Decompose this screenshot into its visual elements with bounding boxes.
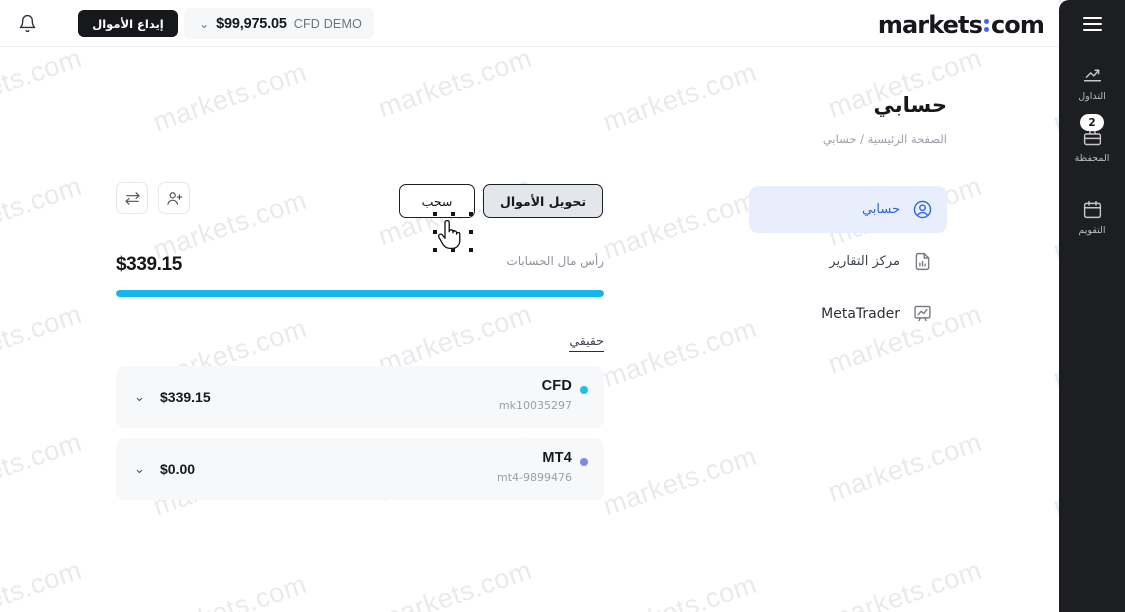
account-name-mt4: MT4	[542, 450, 572, 466]
logo-text-com: com	[990, 11, 1045, 39]
equity-progress-fill	[116, 290, 604, 297]
portfolio-badge-count: 2	[1080, 114, 1104, 131]
equity-progress-bar	[116, 290, 604, 297]
nav-item-metatrader[interactable]: MetaTrader	[749, 290, 947, 337]
watermark-text: markets.com	[599, 568, 761, 612]
add-user-icon	[166, 190, 183, 207]
watermark-text: markets.com	[824, 554, 986, 612]
rail-item-portfolio[interactable]: 2 المحفظة	[1059, 114, 1125, 164]
watermark-text: markets.com	[0, 42, 86, 124]
watermark-text: markets.com	[599, 184, 761, 266]
account-amount-mt4: $0.00	[160, 461, 196, 477]
expand-chevron-down-icon[interactable]: ⌄	[134, 389, 145, 405]
rail-label-portfolio: المحفظة	[1074, 153, 1110, 164]
account-name-cfd: CFD	[541, 378, 572, 394]
hamburger-menu-button[interactable]	[1059, 0, 1125, 47]
rail-item-calendar[interactable]: التقويم	[1059, 198, 1125, 236]
rail-label-trading: التداول	[1078, 91, 1106, 102]
quick-action-icon-buttons	[116, 182, 190, 214]
watermark-text: markets.com	[599, 440, 761, 522]
watermark-text: markets.com	[149, 56, 311, 138]
watermark-text: markets.com	[149, 568, 311, 612]
dot-colon-icon	[983, 18, 989, 32]
watermark-text: markets.com	[374, 554, 536, 612]
hamburger-menu-icon	[1082, 16, 1102, 31]
withdraw-button[interactable]: سحب	[399, 184, 475, 218]
equity-label: رأس مال الحسابات	[506, 254, 604, 268]
watermark-text: markets.com	[824, 426, 986, 508]
transfer-arrows-icon	[124, 190, 141, 207]
watermark-text: markets.com	[0, 298, 86, 380]
app-root: markets.com markets.com markets.com markets…	[0, 0, 1125, 612]
account-card-mt4[interactable]: ⌄ $0.00 MT4 mt4-9899476	[116, 438, 604, 500]
watermark-layer: markets.com markets.com markets.com markets…	[0, 0, 1125, 612]
nav-label-metatrader: MetaTrader	[821, 305, 900, 322]
rail-item-trading[interactable]: التداول	[1059, 64, 1125, 102]
nav-item-my-account[interactable]: حسابي	[749, 186, 947, 233]
breadcrumb: الصفحة الرئيسية / حسابي	[822, 132, 947, 146]
hand-pointer-cursor-icon	[437, 220, 461, 250]
account-card-cfd[interactable]: ⌄ $339.15 CFD mk10035297	[116, 366, 604, 428]
transfer-arrows-button[interactable]	[116, 182, 148, 214]
nav-item-reports-center[interactable]: مركز التقارير	[749, 238, 947, 285]
top-bar: إيداع الأموال ⌄ $99,975.05 CFD DEMO mark…	[0, 0, 1059, 47]
nav-label-reports-center: مركز التقارير	[829, 254, 900, 269]
account-type-tabs: حقيقي	[116, 332, 604, 352]
balance-amount: $99,975.05	[216, 15, 287, 32]
watermark-text: markets.com	[0, 426, 86, 508]
tab-real-accounts[interactable]: حقيقي	[569, 333, 604, 352]
add-user-button[interactable]	[158, 182, 190, 214]
account-number-cfd: mk10035297	[498, 399, 572, 412]
balance-account-type: CFD DEMO	[293, 16, 362, 31]
watermark-text: markets.com	[0, 170, 86, 252]
rail-icon-wrap-calendar	[1080, 198, 1104, 220]
account-balance-selector[interactable]: ⌄ $99,975.05 CFD DEMO	[184, 8, 374, 39]
right-nav-rail: التداول 2 المحفظة التقويم	[1059, 0, 1125, 612]
page-title: حسابي	[873, 93, 947, 117]
watermark-text: markets.com	[374, 42, 536, 124]
account-action-buttons: سحب تحويل الأموال	[399, 184, 604, 218]
equity-value: $339.15	[116, 254, 182, 275]
nav-label-my-account: حسابي	[861, 202, 900, 217]
chevron-down-icon: ⌄	[199, 16, 210, 31]
transfer-funds-button[interactable]: تحويل الأموال	[483, 184, 604, 218]
calendar-icon	[1080, 198, 1104, 220]
logo-text-markets: markets	[877, 11, 983, 39]
watermark-text: markets.com	[599, 56, 761, 138]
status-dot-cfd	[580, 386, 588, 394]
account-number-mt4: mt4-9899476	[497, 471, 572, 484]
watermark-text: markets.com	[0, 554, 86, 612]
expand-chevron-down-icon[interactable]: ⌄	[134, 461, 145, 477]
watermark-text: markets.com	[599, 312, 761, 394]
markets-com-logo: markets com	[877, 11, 1045, 39]
report-document-icon	[911, 251, 933, 273]
notifications-bell-button[interactable]	[12, 8, 42, 38]
rail-icon-wrap-portfolio: 2	[1080, 114, 1104, 148]
rail-icon-wrap-trading	[1080, 64, 1104, 86]
user-circle-icon	[911, 199, 933, 221]
account-nav-list: حسابي مركز التقارير MetaTrader	[749, 186, 947, 342]
bell-icon	[18, 14, 37, 33]
rail-label-calendar: التقويم	[1078, 225, 1106, 236]
status-dot-mt4	[580, 458, 588, 466]
deposit-funds-button[interactable]: إيداع الأموال	[78, 10, 178, 37]
metatrader-chart-icon	[911, 303, 933, 325]
trending-up-chart-icon	[1080, 64, 1104, 86]
account-amount-cfd: $339.15	[160, 389, 211, 405]
selection-dot-grid	[433, 212, 481, 260]
